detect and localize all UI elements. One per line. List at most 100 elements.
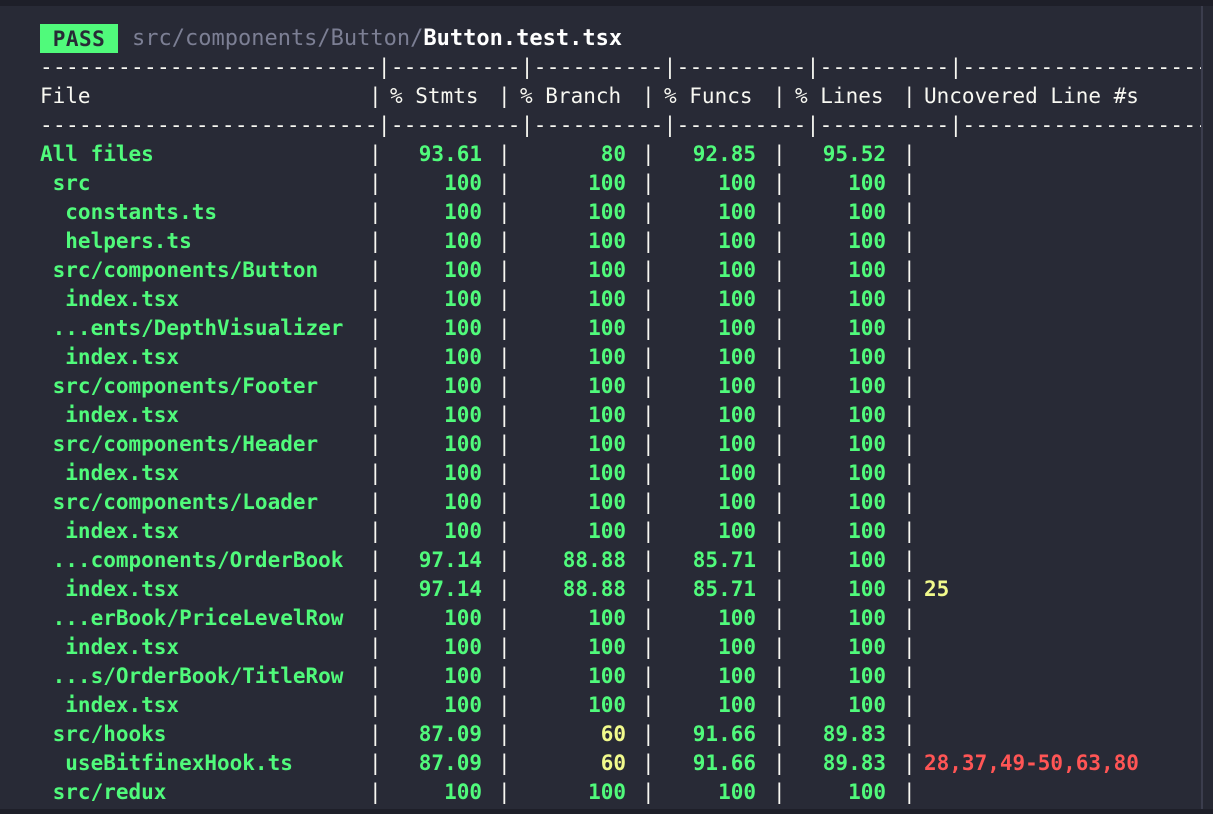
branch-cell: 100 xyxy=(588,664,626,688)
stmts-cell: 100 xyxy=(444,403,482,427)
column-divider: | xyxy=(642,432,655,456)
column-divider: | xyxy=(773,606,786,630)
file-cell: src/components/Button xyxy=(40,258,319,282)
lines-cell: 100 xyxy=(848,229,886,253)
table-row: ...erBook/PriceLevelRow 100 100 100 100 | | | | | xyxy=(0,604,1213,633)
branch-cell: 100 xyxy=(588,461,626,485)
uncovered-lines-cell: 25 xyxy=(924,577,950,601)
table-row: src/components/Button 100 100 100 100 | | | | | xyxy=(0,256,1213,285)
column-divider: | xyxy=(642,519,655,543)
lines-cell: 100 xyxy=(848,519,886,543)
lines-cell: 89.83 xyxy=(822,722,886,746)
table-row: index.tsx 100 100 100 100 | | | | | xyxy=(0,459,1213,488)
column-divider: | xyxy=(498,200,511,224)
lines-cell: 100 xyxy=(848,606,886,630)
table-row: index.tsx 100 100 100 100 | | | | | xyxy=(0,343,1213,372)
funcs-cell: 100 xyxy=(718,171,756,195)
column-divider: | xyxy=(642,751,655,775)
column-divider: | xyxy=(773,519,786,543)
file-cell: src/components/Footer xyxy=(40,374,319,398)
column-divider: | xyxy=(903,403,916,427)
stmts-cell: 97.14 xyxy=(418,577,482,601)
column-divider: | xyxy=(642,664,655,688)
column-divider: | xyxy=(369,432,382,456)
column-divider: | xyxy=(498,142,511,166)
uncovered-lines-cell: 28,37,49-50,63,80 xyxy=(924,751,1139,775)
header-lines: % Lines xyxy=(795,84,884,108)
column-divider: | xyxy=(903,171,916,195)
column-divider: | xyxy=(498,664,511,688)
column-divider: | xyxy=(903,258,916,282)
column-divider: | xyxy=(903,577,916,601)
column-divider: | xyxy=(773,403,786,427)
file-cell: index.tsx xyxy=(40,693,180,717)
lines-cell: 100 xyxy=(848,490,886,514)
table-row: src 100 100 100 100 | | | | | xyxy=(0,169,1213,198)
column-divider: | xyxy=(903,519,916,543)
branch-cell: 60 xyxy=(600,751,626,775)
branch-cell: 100 xyxy=(588,374,626,398)
lines-cell: 100 xyxy=(848,316,886,340)
table-row: ...components/OrderBook 97.14 88.88 85.71 10… xyxy=(0,546,1213,575)
column-divider: | xyxy=(369,142,382,166)
column-divider: | xyxy=(369,374,382,398)
column-divider: | xyxy=(369,316,382,340)
table-row: src/hooks 87.09 60 91.66 89.83 | | | | | xyxy=(0,720,1213,749)
column-divider: | xyxy=(498,635,511,659)
branch-cell: 100 xyxy=(588,780,626,804)
file-cell: index.tsx xyxy=(40,403,180,427)
branch-cell: 100 xyxy=(588,635,626,659)
column-divider: | xyxy=(903,142,916,166)
column-divider: | xyxy=(369,635,382,659)
lines-cell: 100 xyxy=(848,258,886,282)
column-divider: | xyxy=(498,519,511,543)
stmts-cell: 100 xyxy=(444,664,482,688)
table-row: index.tsx 97.14 88.88 85.71 100 25 | | | | | xyxy=(0,575,1213,604)
column-divider: | xyxy=(498,171,511,195)
funcs-cell: 100 xyxy=(718,403,756,427)
funcs-cell: 100 xyxy=(718,229,756,253)
column-divider: | xyxy=(642,171,655,195)
lines-cell: 100 xyxy=(848,635,886,659)
vertical-scrollbar[interactable] xyxy=(1203,6,1213,809)
test-path-filename: Button.test.tsx xyxy=(423,26,623,51)
stmts-cell: 100 xyxy=(444,258,482,282)
column-divider: | xyxy=(369,258,382,282)
file-cell: useBitfinexHook.ts xyxy=(40,751,293,775)
test-path-directory: src/components/Button/ xyxy=(132,26,424,51)
column-divider: | xyxy=(498,722,511,746)
funcs-cell: 100 xyxy=(718,490,756,514)
column-divider: | xyxy=(773,374,786,398)
table-separator-top: --------------------------|----------|--… xyxy=(40,55,1210,79)
funcs-cell: 85.71 xyxy=(692,577,756,601)
table-separator-header: --------------------------|----------|--… xyxy=(40,113,1210,137)
column-divider: | xyxy=(903,635,916,659)
funcs-cell: 100 xyxy=(718,258,756,282)
column-divider: | xyxy=(903,722,916,746)
column-divider: | xyxy=(642,258,655,282)
column-divider: | xyxy=(642,287,655,311)
table-row: index.tsx 100 100 100 100 | | | | | xyxy=(0,633,1213,662)
column-divider: | xyxy=(773,200,786,224)
stmts-cell: 100 xyxy=(444,345,482,369)
column-divider: | xyxy=(642,200,655,224)
funcs-cell: 100 xyxy=(718,519,756,543)
file-cell: ...s/OrderBook/TitleRow xyxy=(40,664,344,688)
stmts-cell: 100 xyxy=(444,693,482,717)
stmts-cell: 100 xyxy=(444,316,482,340)
column-divider: | xyxy=(642,548,655,572)
table-row: helpers.ts 100 100 100 100 | | | | | xyxy=(0,227,1213,256)
branch-cell: 100 xyxy=(588,490,626,514)
column-divider: | xyxy=(369,780,382,804)
column-divider: | xyxy=(498,345,511,369)
file-cell: src/components/Loader xyxy=(40,490,319,514)
funcs-cell: 100 xyxy=(718,316,756,340)
lines-cell: 100 xyxy=(848,780,886,804)
column-divider: | xyxy=(369,403,382,427)
column-divider: | xyxy=(903,780,916,804)
funcs-cell: 100 xyxy=(718,200,756,224)
table-row: ...ents/DepthVisualizer 100 100 100 100 | | | | | xyxy=(0,314,1213,343)
file-cell: src xyxy=(40,171,91,195)
funcs-cell: 100 xyxy=(718,635,756,659)
column-divider: | xyxy=(773,635,786,659)
